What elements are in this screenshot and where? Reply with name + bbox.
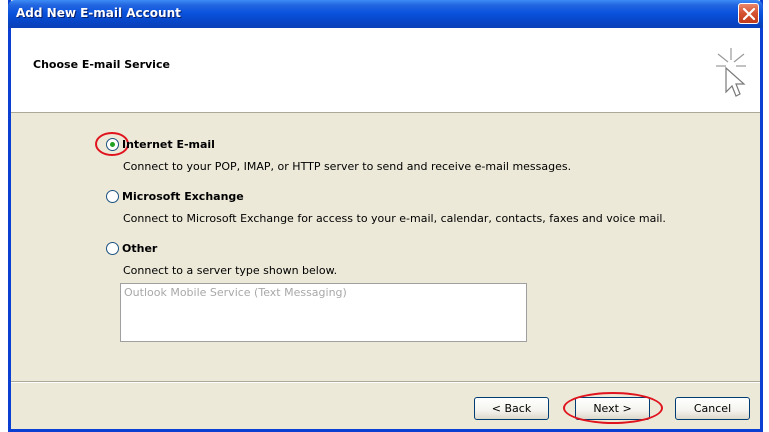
list-item[interactable]: Outlook Mobile Service (Text Messaging) (124, 286, 347, 299)
internet-email-description: Connect to your POP, IMAP, or HTTP serve… (123, 160, 572, 173)
close-icon (743, 8, 755, 20)
microsoft-exchange-radio[interactable] (106, 190, 119, 203)
page-title: Choose E-mail Service (33, 58, 170, 71)
server-type-listbox[interactable]: Outlook Mobile Service (Text Messaging) (120, 283, 527, 342)
wizard-header: Choose E-mail Service (11, 28, 760, 113)
footer-divider (11, 381, 760, 383)
close-button[interactable] (738, 3, 759, 24)
other-description: Connect to a server type shown below. (123, 264, 338, 277)
internet-email-label[interactable]: Internet E-mail (122, 138, 215, 151)
cancel-button[interactable]: Cancel (675, 397, 750, 420)
dialog-window: Add New E-mail Account Choose E-mail Ser… (8, 0, 763, 432)
other-radio[interactable] (106, 242, 119, 255)
microsoft-exchange-label[interactable]: Microsoft Exchange (122, 190, 244, 203)
sparkle-cursor-icon (716, 48, 746, 97)
other-label[interactable]: Other (122, 242, 157, 255)
window-title: Add New E-mail Account (16, 6, 181, 20)
microsoft-exchange-description: Connect to Microsoft Exchange for access… (123, 212, 666, 225)
highlight-ring-next (563, 392, 663, 424)
back-button[interactable]: < Back (474, 397, 549, 420)
title-bar[interactable]: Add New E-mail Account (8, 0, 763, 28)
